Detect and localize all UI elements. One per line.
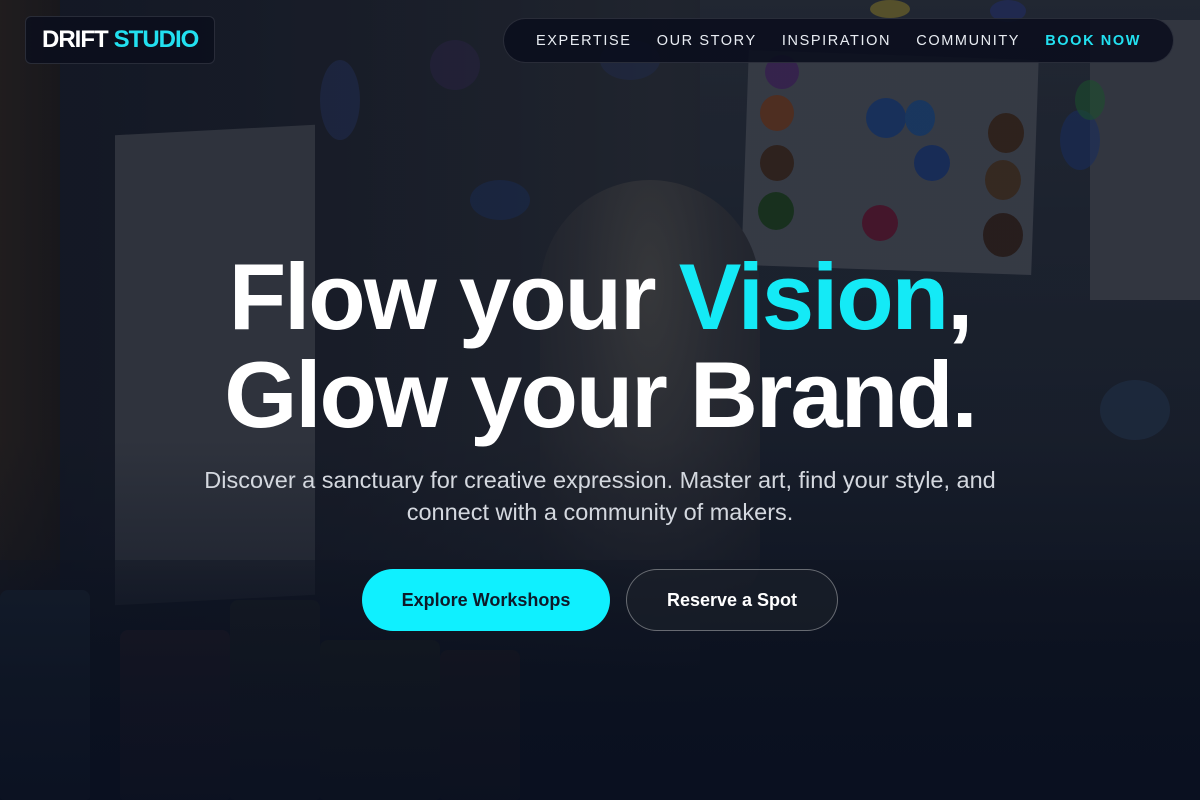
nav-link-our-story[interactable]: OUR STORY: [657, 33, 757, 49]
brand-accent: STUDIO: [113, 26, 200, 53]
hero-subtitle: Discover a sanctuary for creative expres…: [204, 467, 996, 525]
hero-heading-line2: Glow your Brand.: [224, 342, 977, 447]
hero-heading-highlight: Vision: [678, 244, 949, 349]
nav-link-community[interactable]: COMMUNITY: [916, 33, 1020, 49]
nav-link-inspiration[interactable]: INSPIRATION: [782, 33, 891, 49]
brand-logo[interactable]: DRIFT STUDIO: [25, 16, 216, 64]
book-now-link[interactable]: BOOK NOW: [1045, 33, 1141, 49]
hero-heading: Flow your Vision, Glow your Brand.: [0, 248, 1200, 444]
brand-name: DRIFT: [42, 26, 109, 53]
main-nav: EXPERTISE OUR STORY INSPIRATION COMMUNIT…: [503, 18, 1174, 63]
explore-workshops-button[interactable]: Explore Workshops: [362, 569, 610, 631]
reserve-spot-button[interactable]: Reserve a Spot: [626, 569, 838, 631]
nav-link-expertise[interactable]: EXPERTISE: [536, 33, 632, 49]
hero-heading-line1-end: ,: [947, 244, 973, 349]
hero-heading-line1-start: Flow your: [228, 244, 679, 349]
landing-page: DRIFT STUDIO EXPERTISE OUR STORY INSPIRA…: [0, 0, 1200, 800]
